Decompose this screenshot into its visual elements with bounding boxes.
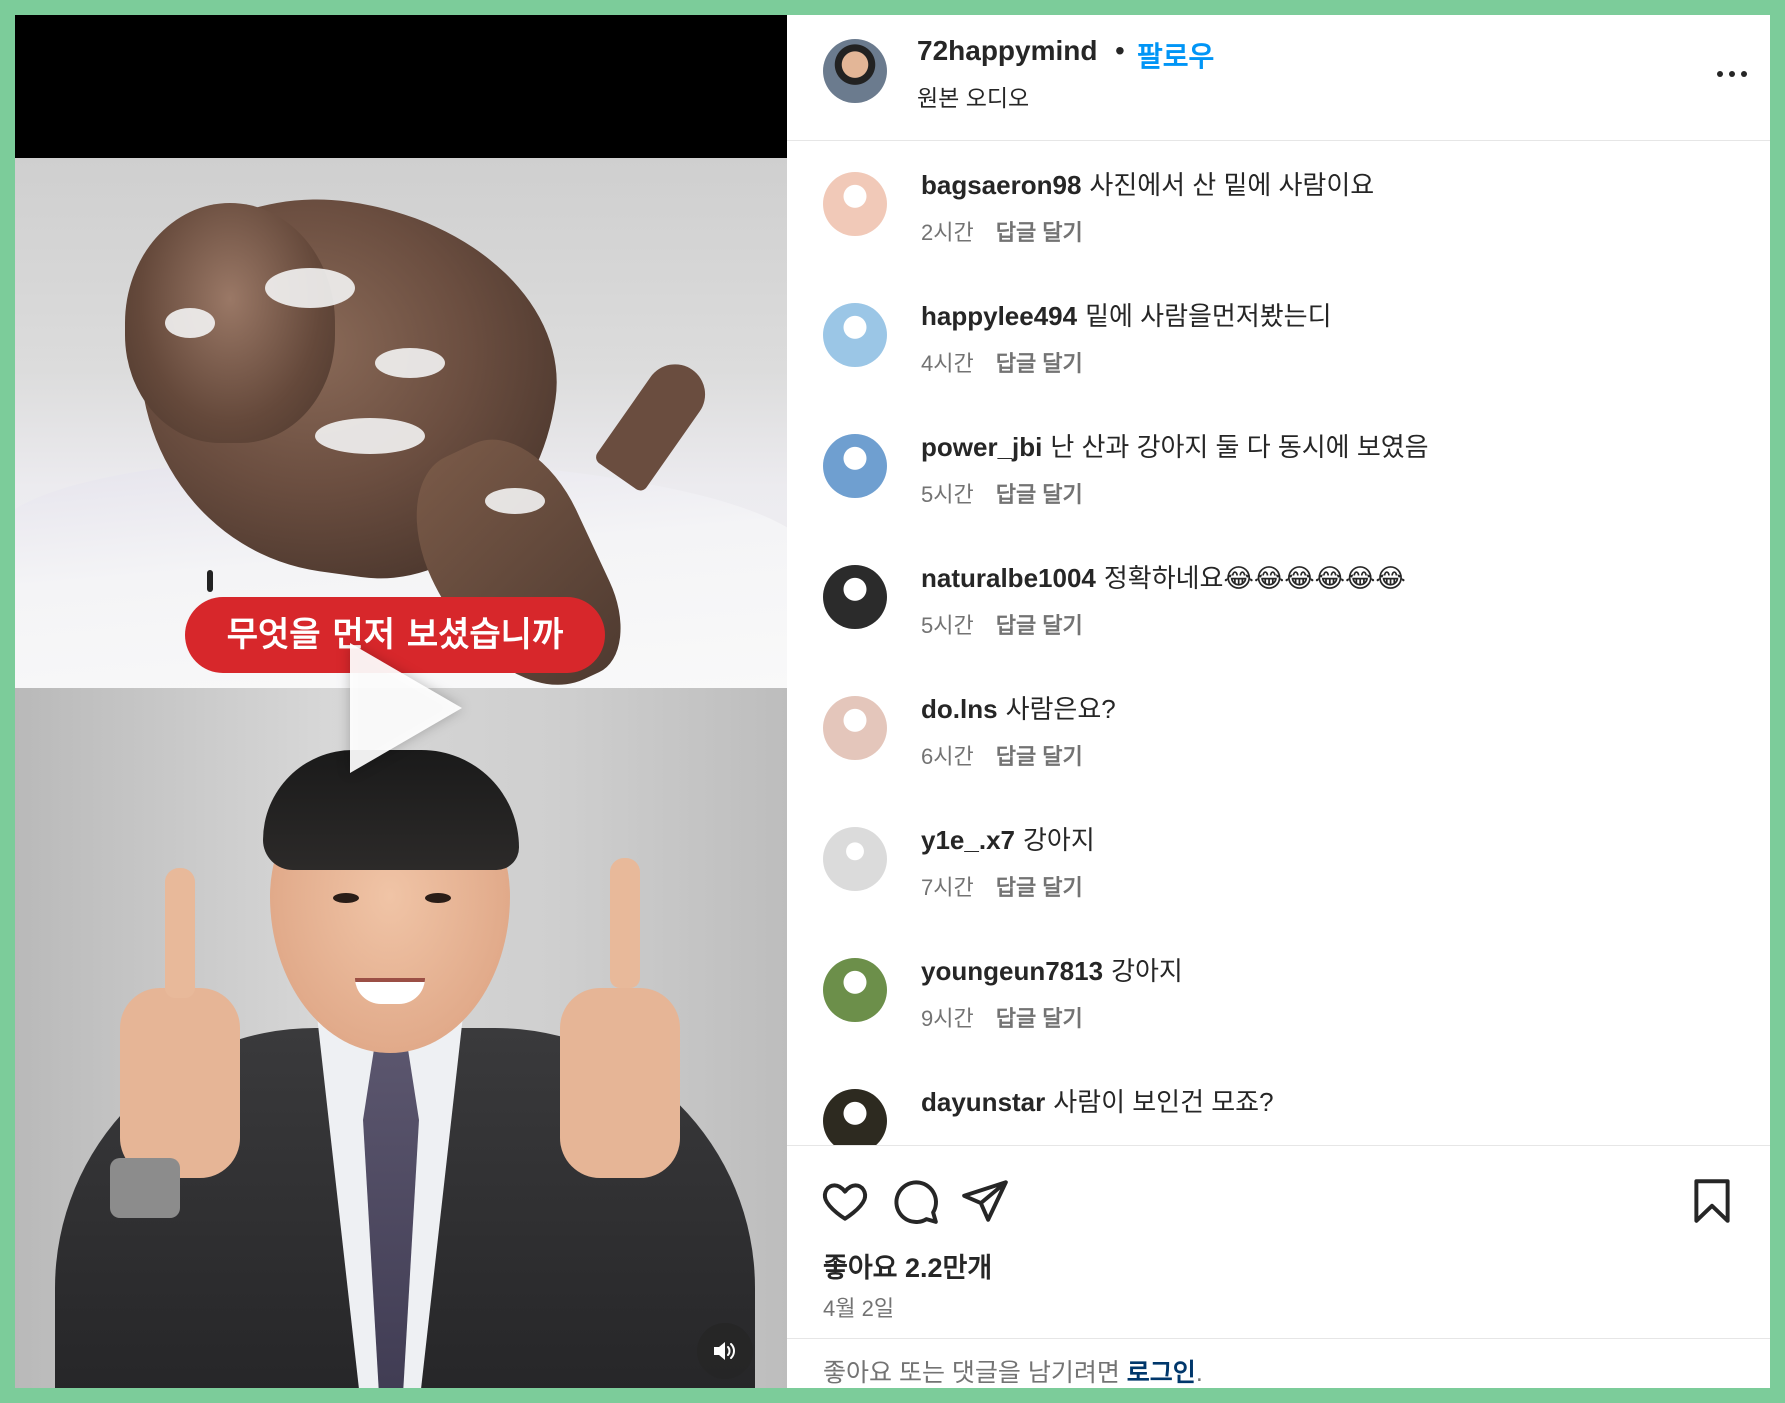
login-prompt: 좋아요 또는 댓글을 남기려면 로그인. bbox=[787, 1338, 1770, 1388]
default-avatar-icon[interactable] bbox=[823, 827, 887, 891]
heart-icon[interactable] bbox=[820, 1176, 870, 1226]
commenter-username[interactable]: youngeun7813 bbox=[921, 956, 1103, 986]
reply-button[interactable]: 답글 달기 bbox=[996, 220, 1083, 245]
author-avatar[interactable] bbox=[823, 39, 887, 103]
comment-time: 9시간 bbox=[921, 1006, 974, 1031]
comment-item: happylee494 밑에 사람을먼저봤는디 4시간 답글 달기 bbox=[787, 272, 1770, 403]
commenter-avatar[interactable] bbox=[823, 1089, 887, 1145]
comment-time: 5시간 bbox=[921, 613, 974, 638]
commenter-username[interactable]: bagsaeron98 bbox=[921, 170, 1081, 200]
reply-button[interactable]: 답글 달기 bbox=[996, 744, 1083, 769]
more-horizontal-icon[interactable] bbox=[1717, 71, 1747, 77]
follow-button[interactable]: 팔로우 bbox=[1137, 35, 1214, 75]
comment-item: naturalbe1004 정확하네요😂😂😂😂😂😂 5시간 답글 달기 bbox=[787, 534, 1770, 665]
login-suffix: . bbox=[1195, 1359, 1203, 1387]
comment-time: 6시간 bbox=[921, 744, 974, 769]
separator-dot: • bbox=[1115, 35, 1125, 66]
commenter-username[interactable]: do.lns bbox=[921, 694, 998, 724]
commenter-avatar[interactable] bbox=[823, 696, 887, 760]
comment-text: 밑에 사람을먼저봤는디 bbox=[1085, 301, 1332, 331]
comment-text: 사진에서 산 밑에 사람이요 bbox=[1089, 170, 1375, 200]
letterbox-bar bbox=[15, 15, 787, 158]
comment-text: 강아지 bbox=[1022, 825, 1095, 855]
like-count[interactable]: 좋아요 2.2만개 bbox=[823, 1246, 992, 1285]
post-header: 72happymind • 팔로우 원본 오디오 bbox=[787, 15, 1770, 141]
comment-item: youngeun7813 강아지 9시간 답글 달기 bbox=[787, 927, 1770, 1058]
wristwatch bbox=[110, 1158, 180, 1218]
commenter-username[interactable]: happylee494 bbox=[921, 301, 1077, 331]
comment-item: do.lns 사람은요? 6시간 답글 달기 bbox=[787, 665, 1770, 796]
reply-button[interactable]: 답글 달기 bbox=[996, 1006, 1083, 1031]
comment-text: 강아지 bbox=[1111, 956, 1183, 986]
reply-button[interactable]: 답글 달기 bbox=[996, 351, 1083, 376]
comment-list[interactable]: bagsaeron98 사진에서 산 밑에 사람이요 2시간 답글 달기 happy… bbox=[787, 141, 1770, 1145]
commenter-username[interactable]: power_jbi bbox=[921, 432, 1042, 462]
author-username[interactable]: 72happymind bbox=[917, 35, 1097, 67]
video-player[interactable]: 무엇을 먼저 보셨습니까 bbox=[15, 15, 787, 1388]
comment-time: 2시간 bbox=[921, 220, 974, 245]
post-sidebar: 72happymind • 팔로우 원본 오디오 bagsaeron98 사진에서… bbox=[787, 15, 1770, 1388]
speaker-glyph bbox=[714, 1342, 735, 1360]
commenter-avatar[interactable] bbox=[823, 303, 887, 367]
action-bar: 좋아요 2.2만개 4월 2일 좋아요 또는 댓글을 남기려면 로그인. bbox=[787, 1145, 1770, 1388]
comment-time: 7시간 bbox=[921, 875, 974, 900]
reply-button[interactable]: 답글 달기 bbox=[996, 875, 1083, 900]
comment-item: bagsaeron98 사진에서 산 밑에 사람이요 2시간 답글 달기 bbox=[787, 141, 1770, 272]
comment-item: dayunstar 사람이 보인건 모죠? bbox=[787, 1058, 1770, 1145]
comment-time: 5시간 bbox=[921, 482, 974, 507]
commenter-username[interactable]: naturalbe1004 bbox=[921, 563, 1096, 593]
login-link[interactable]: 로그인 bbox=[1127, 1359, 1196, 1387]
comment-text: 정확하네요😂😂😂😂😂😂 bbox=[1103, 563, 1406, 593]
comment-text: 사람은요? bbox=[1005, 694, 1116, 724]
commenter-username[interactable]: dayunstar bbox=[921, 1087, 1045, 1117]
login-prompt-text: 좋아요 또는 댓글을 남기려면 bbox=[823, 1359, 1127, 1387]
commenter-avatar[interactable] bbox=[823, 172, 887, 236]
commenter-username[interactable]: y1e_.x7 bbox=[921, 825, 1015, 855]
presenter-video bbox=[15, 688, 787, 1388]
post-date: 4월 2일 bbox=[823, 1296, 895, 1321]
send-icon[interactable] bbox=[960, 1176, 1010, 1226]
comment-icon[interactable] bbox=[890, 1176, 940, 1226]
play-icon[interactable] bbox=[350, 643, 462, 773]
comment-item: y1e_.x7 강아지 7시간 답글 달기 bbox=[787, 796, 1770, 927]
comment-item: power_jbi 난 산과 강아지 둘 다 동시에 보였음 5시간 답글 달기 bbox=[787, 403, 1770, 534]
post-window: 무엇을 먼저 보셨습니까 72happymind • 팔로우 원본 오디오 ba… bbox=[15, 15, 1770, 1388]
commenter-avatar[interactable] bbox=[823, 434, 887, 498]
comment-text: 난 산과 강아지 둘 다 동시에 보였음 bbox=[1050, 432, 1429, 462]
tiny-hiker bbox=[207, 570, 213, 592]
commenter-avatar[interactable] bbox=[823, 958, 887, 1022]
comment-text: 사람이 보인건 모죠? bbox=[1053, 1087, 1274, 1117]
comment-time: 4시간 bbox=[921, 351, 974, 376]
audio-label[interactable]: 원본 오디오 bbox=[917, 79, 1029, 113]
reply-button[interactable]: 답글 달기 bbox=[996, 613, 1083, 638]
reply-button[interactable]: 답글 달기 bbox=[996, 482, 1083, 507]
commenter-avatar[interactable] bbox=[823, 565, 887, 629]
speaker-icon[interactable] bbox=[697, 1323, 753, 1379]
bookmark-icon[interactable] bbox=[1687, 1176, 1737, 1226]
